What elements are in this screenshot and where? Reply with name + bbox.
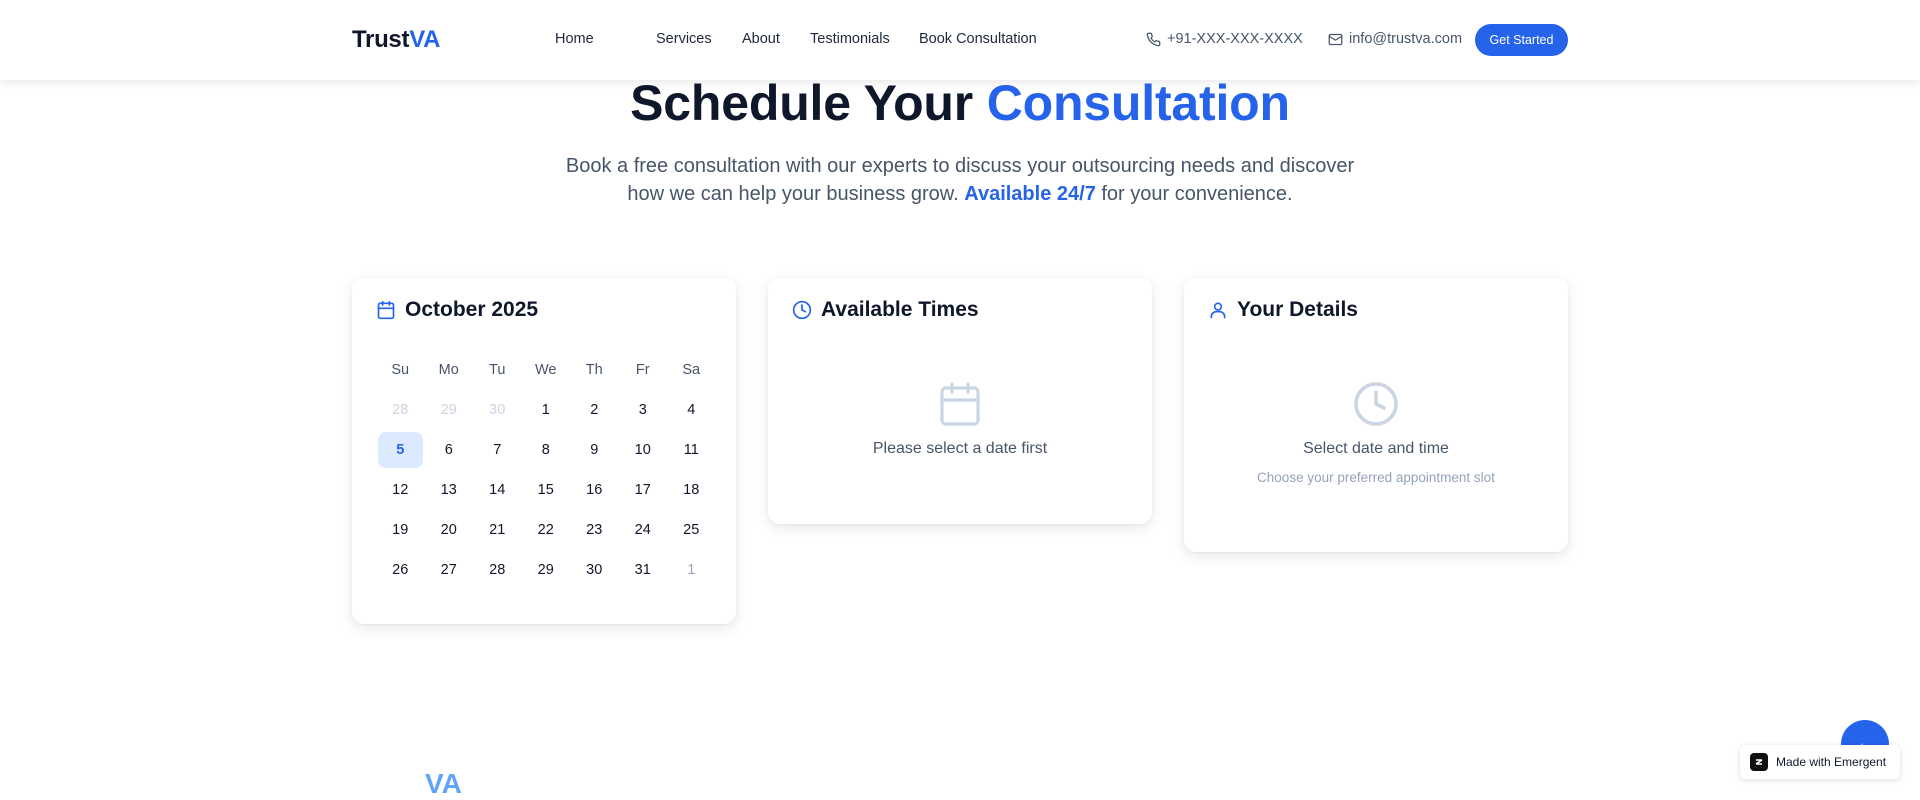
calendar-day[interactable]: 12: [376, 472, 425, 508]
page-subtitle: Book a free consultation with our expert…: [560, 152, 1360, 208]
calendar-week-row: 19 20 21 22 23 24 25: [376, 510, 716, 550]
subtitle-end: for your convenience.: [1101, 183, 1293, 205]
calendar-day[interactable]: 7: [473, 432, 522, 468]
calendar-day[interactable]: 15: [522, 472, 571, 508]
calendar-day-outside-month: 28: [392, 402, 409, 418]
emergent-logo-icon: [1750, 753, 1768, 771]
weekday-label: Sa: [682, 362, 701, 378]
nav-testimonials-link[interactable]: Testimonials: [810, 31, 890, 47]
brand-accent: VA: [409, 26, 441, 53]
phone-contact[interactable]: +91-XXX-XXX-XXXX: [1146, 31, 1303, 47]
weekday-label: Su: [391, 362, 410, 378]
times-empty-state: Please select a date first: [768, 380, 1152, 458]
calendar-icon: [377, 300, 395, 320]
times-header: Available Times: [792, 298, 979, 322]
calendar-day[interactable]: 16: [570, 472, 619, 508]
calendar-day[interactable]: 28: [473, 552, 522, 588]
calendar-day[interactable]: 30: [570, 552, 619, 588]
calendar-header: October 2025: [376, 298, 538, 322]
brand-main: Trust: [352, 26, 410, 53]
calendar-day[interactable]: 25: [667, 512, 716, 548]
details-header: Your Details: [1208, 298, 1358, 322]
clock-icon: [792, 300, 812, 320]
email-address: info@trustva.com: [1349, 31, 1463, 47]
badge-text: Made with Emergent: [1776, 755, 1887, 769]
calendar-day[interactable]: 17: [619, 472, 668, 508]
calendar-day[interactable]: 20: [425, 512, 474, 548]
weekday-label: We: [535, 362, 557, 378]
weekday-label: Tu: [489, 362, 506, 378]
calendar-day[interactable]: 26: [376, 552, 425, 588]
page-title: Schedule Your Consultation: [0, 74, 1920, 132]
navbar: TrustVA Home Services About Testimonials…: [0, 0, 1920, 80]
subtitle-highlight: Available 24/7: [964, 183, 1096, 205]
calendar-day[interactable]: 18: [667, 472, 716, 508]
calendar-week-row: 28 29 30 1 2 3 4: [376, 390, 716, 430]
calendar-day[interactable]: 9: [570, 432, 619, 468]
nav-home-link[interactable]: Home: [555, 31, 594, 47]
times-empty-text: Please select a date first: [872, 440, 1048, 457]
nav-services-link[interactable]: Services: [656, 31, 712, 47]
times-title: Available Times: [821, 298, 979, 321]
calendar-day[interactable]: 11: [667, 432, 716, 468]
calendar-day[interactable]: 10: [619, 432, 668, 468]
calendar-day[interactable]: 23: [570, 512, 619, 548]
title-main: Schedule Your: [630, 75, 974, 131]
email-contact[interactable]: info@trustva.com: [1328, 31, 1462, 47]
phone-number: +91-XXX-XXX-XXXX: [1167, 31, 1303, 47]
weekday-label: Fr: [635, 362, 650, 378]
calendar-week-row: 26 27 28 29 30 31 1: [376, 550, 716, 590]
weekday-row: Su Mo Tu We Th Fr Sa: [376, 350, 716, 390]
calendar-day-outside-month: 30: [489, 402, 506, 418]
calendar-day[interactable]: 3: [619, 392, 668, 428]
details-empty-state: Select date and time Choose your preferr…: [1184, 380, 1568, 485]
weekday-label: Th: [585, 362, 603, 378]
calendar-day[interactable]: 14: [473, 472, 522, 508]
title-accent: Consultation: [986, 75, 1290, 131]
calendar-week-row: 5 6 7 8 9 10 11: [376, 430, 716, 470]
details-empty-subtitle: Choose your preferred appointment slot: [1257, 470, 1495, 485]
calendar-day[interactable]: 19: [376, 512, 425, 548]
calendar-day[interactable]: 24: [619, 512, 668, 548]
calendar-day-outside-month: 1: [687, 562, 696, 578]
nav-book-consultation-link[interactable]: Book Consultation: [919, 31, 1037, 47]
calendar-day[interactable]: 21: [473, 512, 522, 548]
calendar-week-row: 12 13 14 15 16 17 18: [376, 470, 716, 510]
your-details-card: Your Details Select date and time Choose…: [1184, 278, 1568, 552]
nav-about-link[interactable]: About: [742, 31, 780, 47]
calendar-placeholder-icon: [940, 382, 980, 426]
made-with-emergent-badge[interactable]: Made with Emergent: [1740, 745, 1900, 779]
calendar-day[interactable]: 4: [667, 392, 716, 428]
calendar-day-outside-month: 29: [440, 402, 457, 418]
calendar-card: October 2025 Su Mo Tu We Th Fr Sa 28 29 30 1 2 3 4 5 6…: [352, 278, 736, 624]
calendar-day[interactable]: 1: [522, 392, 571, 428]
clock-placeholder-icon: [1354, 382, 1398, 426]
calendar-day[interactable]: 6: [425, 432, 474, 468]
details-empty-title: Select date and time: [1303, 440, 1449, 457]
calendar-grid: Su Mo Tu We Th Fr Sa 28 29 30 1 2 3 4 5 6 7 8 9 10 11 12 13 14…: [376, 350, 716, 590]
weekday-label: Mo: [438, 362, 459, 378]
available-times-card: Available Times Please select a date fir…: [768, 278, 1152, 524]
calendar-day[interactable]: 8: [522, 432, 571, 468]
mail-icon: [1328, 33, 1343, 45]
calendar-day[interactable]: 13: [425, 472, 474, 508]
brand-logo[interactable]: TrustVA: [352, 26, 440, 54]
phone-icon: [1146, 32, 1161, 46]
calendar-day[interactable]: 31: [619, 552, 668, 588]
calendar-month: October 2025: [405, 298, 539, 321]
user-icon: [1210, 302, 1226, 319]
get-started-button[interactable]: Get Started: [1475, 24, 1568, 56]
details-title: Your Details: [1237, 298, 1358, 321]
calendar-day[interactable]: 29: [522, 552, 571, 588]
calendar-day[interactable]: 22: [522, 512, 571, 548]
calendar-day[interactable]: 27: [425, 552, 474, 588]
calendar-day-selected[interactable]: 5: [377, 432, 423, 468]
calendar-day[interactable]: 2: [570, 392, 619, 428]
footer-brand-peek: VA: [425, 768, 462, 799]
